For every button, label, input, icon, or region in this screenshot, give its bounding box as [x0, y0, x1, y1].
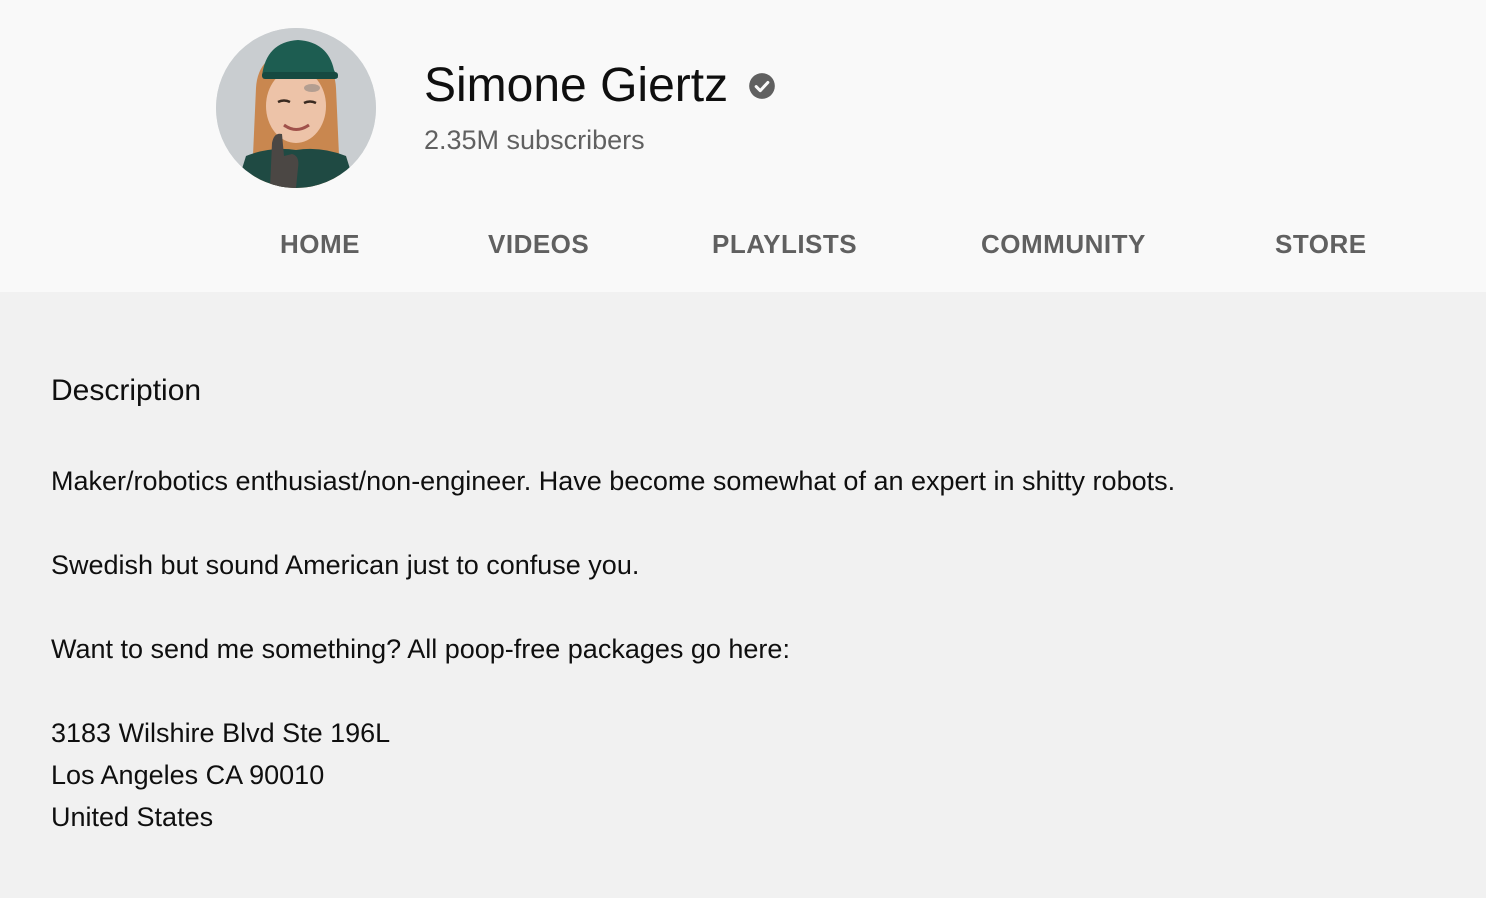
about-content: Description Maker/robotics enthusiast/no…	[0, 292, 1486, 898]
tab-home[interactable]: HOME	[280, 222, 360, 266]
channel-name: Simone Giertz	[424, 59, 729, 112]
channel-avatar[interactable]	[216, 28, 376, 188]
description-line: Maker/robotics enthusiast/non-engineer. …	[51, 466, 1176, 496]
address-line: United States	[51, 802, 214, 832]
tab-videos[interactable]: VIDEOS	[488, 222, 589, 266]
subscriber-count: 2.35M subscribers	[424, 125, 645, 155]
verified-check-icon	[749, 73, 775, 99]
description-heading: Description	[51, 374, 202, 407]
channel-name-row: Simone Giertz	[424, 58, 776, 114]
channel-tabs: HOME VIDEOS PLAYLISTS COMMUNITY STORE	[0, 222, 1486, 266]
tab-community[interactable]: COMMUNITY	[981, 222, 1146, 266]
address-line: 3183 Wilshire Blvd Ste 196L	[51, 718, 391, 748]
channel-header: Simone Giertz 2.35M subscribers HOME VID…	[0, 0, 1486, 292]
address-line: Los Angeles CA 90010	[51, 760, 325, 790]
tab-store[interactable]: STORE	[1275, 222, 1367, 266]
description-line: Want to send me something? All poop-free…	[51, 634, 790, 664]
tab-playlists[interactable]: PLAYLISTS	[712, 222, 857, 266]
description-line: Swedish but sound American just to confu…	[51, 550, 640, 580]
avatar-image	[216, 28, 376, 188]
